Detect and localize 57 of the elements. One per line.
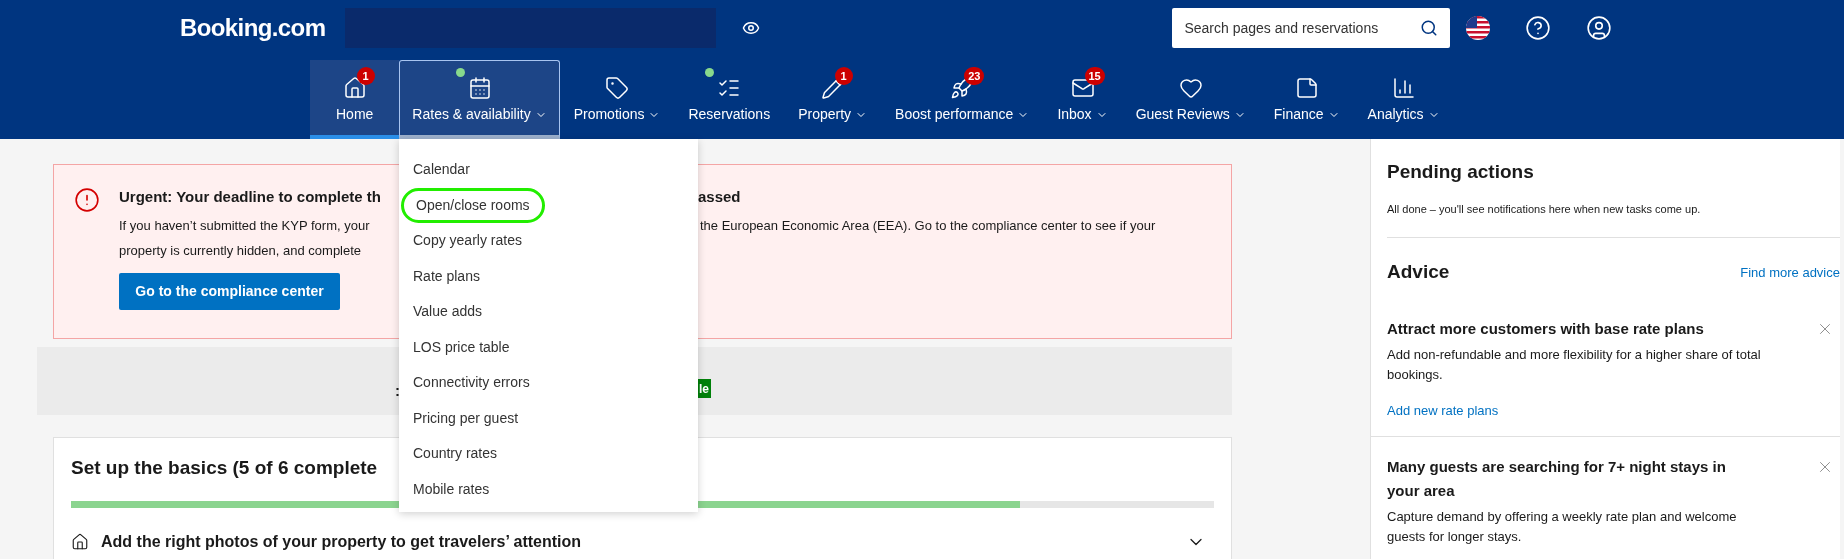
menu-item[interactable]: Copy yearly rates — [413, 223, 522, 259]
alert-title: Urgent: Your deadline to complete th — [119, 187, 382, 207]
flag-icon[interactable] — [1466, 16, 1491, 40]
task-title[interactable]: Add the right photos of your property to get travelers’ attention — [101, 530, 582, 554]
menu-item[interactable]: Mobile rates — [413, 471, 490, 507]
tag-icon — [605, 76, 630, 100]
search-icon — [1420, 19, 1439, 37]
advice-card-text: Add non-refundable and more flexibility for a higher share of total bookings. — [1387, 345, 1762, 384]
setup-title: Set up the basics (5 of 6 complete — [71, 456, 379, 480]
advice-card-title: Many guests are searching for 7+ night stays in your area — [1387, 457, 1727, 501]
help-icon[interactable] — [1525, 15, 1552, 41]
nav-tab[interactable]: Rates & availability — [399, 60, 560, 139]
house-icon — [71, 533, 89, 551]
menu-item[interactable]: Calendar — [413, 152, 470, 188]
nav-tab[interactable]: Promotions — [559, 60, 675, 139]
menu-item[interactable]: Rate plans — [413, 258, 480, 294]
menu-item[interactable]: Pricing per guest — [413, 400, 519, 436]
nav-tab[interactable]: 15 Inbox — [1043, 60, 1122, 139]
notification-badge: 1 — [356, 67, 375, 85]
advice-card-text: Capture demand by offering a weekly rate plan and welcome guests for longer stays. — [1387, 508, 1738, 546]
alert-text: the European Economic Area (EEA). Go to the compliance center to see if your — [700, 217, 1156, 235]
pending-title: Pending actions — [1387, 160, 1535, 184]
alert-title: assed — [698, 187, 741, 207]
alert-text: property is currently hidden, and complete — [119, 242, 363, 260]
nav-tab[interactable]: Guest Reviews — [1121, 60, 1260, 139]
warning-icon — [74, 187, 100, 213]
menu-item[interactable]: Open/close rooms — [401, 187, 545, 223]
advice-card-title: Attract more customers with base rate plans — [1387, 318, 1705, 339]
eye-icon[interactable] — [742, 19, 761, 37]
search-field[interactable]: Search pages and reservations — [1172, 8, 1451, 48]
nav-tab[interactable]: 1 Home — [310, 60, 400, 139]
compliance-button[interactable]: Go to the compliance center — [119, 273, 340, 310]
advice-title: Advice — [1387, 260, 1450, 284]
menu-item[interactable]: Connectivity errors — [413, 365, 530, 401]
banner-text: : — [395, 381, 400, 401]
notification-badge: 1 — [834, 67, 853, 85]
advice-card-link[interactable]: Add new rate plans — [1387, 400, 1840, 420]
menu-item[interactable]: Value adds — [413, 294, 482, 330]
nav-tab[interactable]: Reservations — [674, 60, 785, 139]
status-badge: le — [698, 379, 711, 398]
nav-tab[interactable]: Analytics — [1353, 60, 1454, 139]
pending-message: All done – you'll see notifications here when new tasks come up. — [1387, 201, 1702, 217]
nav-tab[interactable]: 1 Property — [784, 60, 882, 139]
nav-tab[interactable]: Finance — [1259, 60, 1354, 139]
find-advice-link[interactable]: Find more advice — [1740, 262, 1840, 282]
calendar-icon — [467, 76, 492, 100]
profile-icon[interactable] — [1586, 15, 1613, 41]
nav-tab[interactable]: 23 Boost performance — [881, 60, 1044, 139]
menu-item[interactable]: Country rates — [413, 436, 498, 472]
notification-badge: 23 — [964, 67, 985, 85]
logo[interactable]: Booking.com — [180, 10, 326, 46]
note-icon — [1294, 76, 1319, 100]
menu-item[interactable]: LOS price table — [413, 329, 510, 365]
heart-icon — [1178, 76, 1203, 100]
notification-badge: 15 — [1084, 67, 1105, 85]
alert-text: If you haven’t submitted the KYP form, your — [119, 217, 371, 235]
bar-chart-icon — [1391, 76, 1416, 100]
